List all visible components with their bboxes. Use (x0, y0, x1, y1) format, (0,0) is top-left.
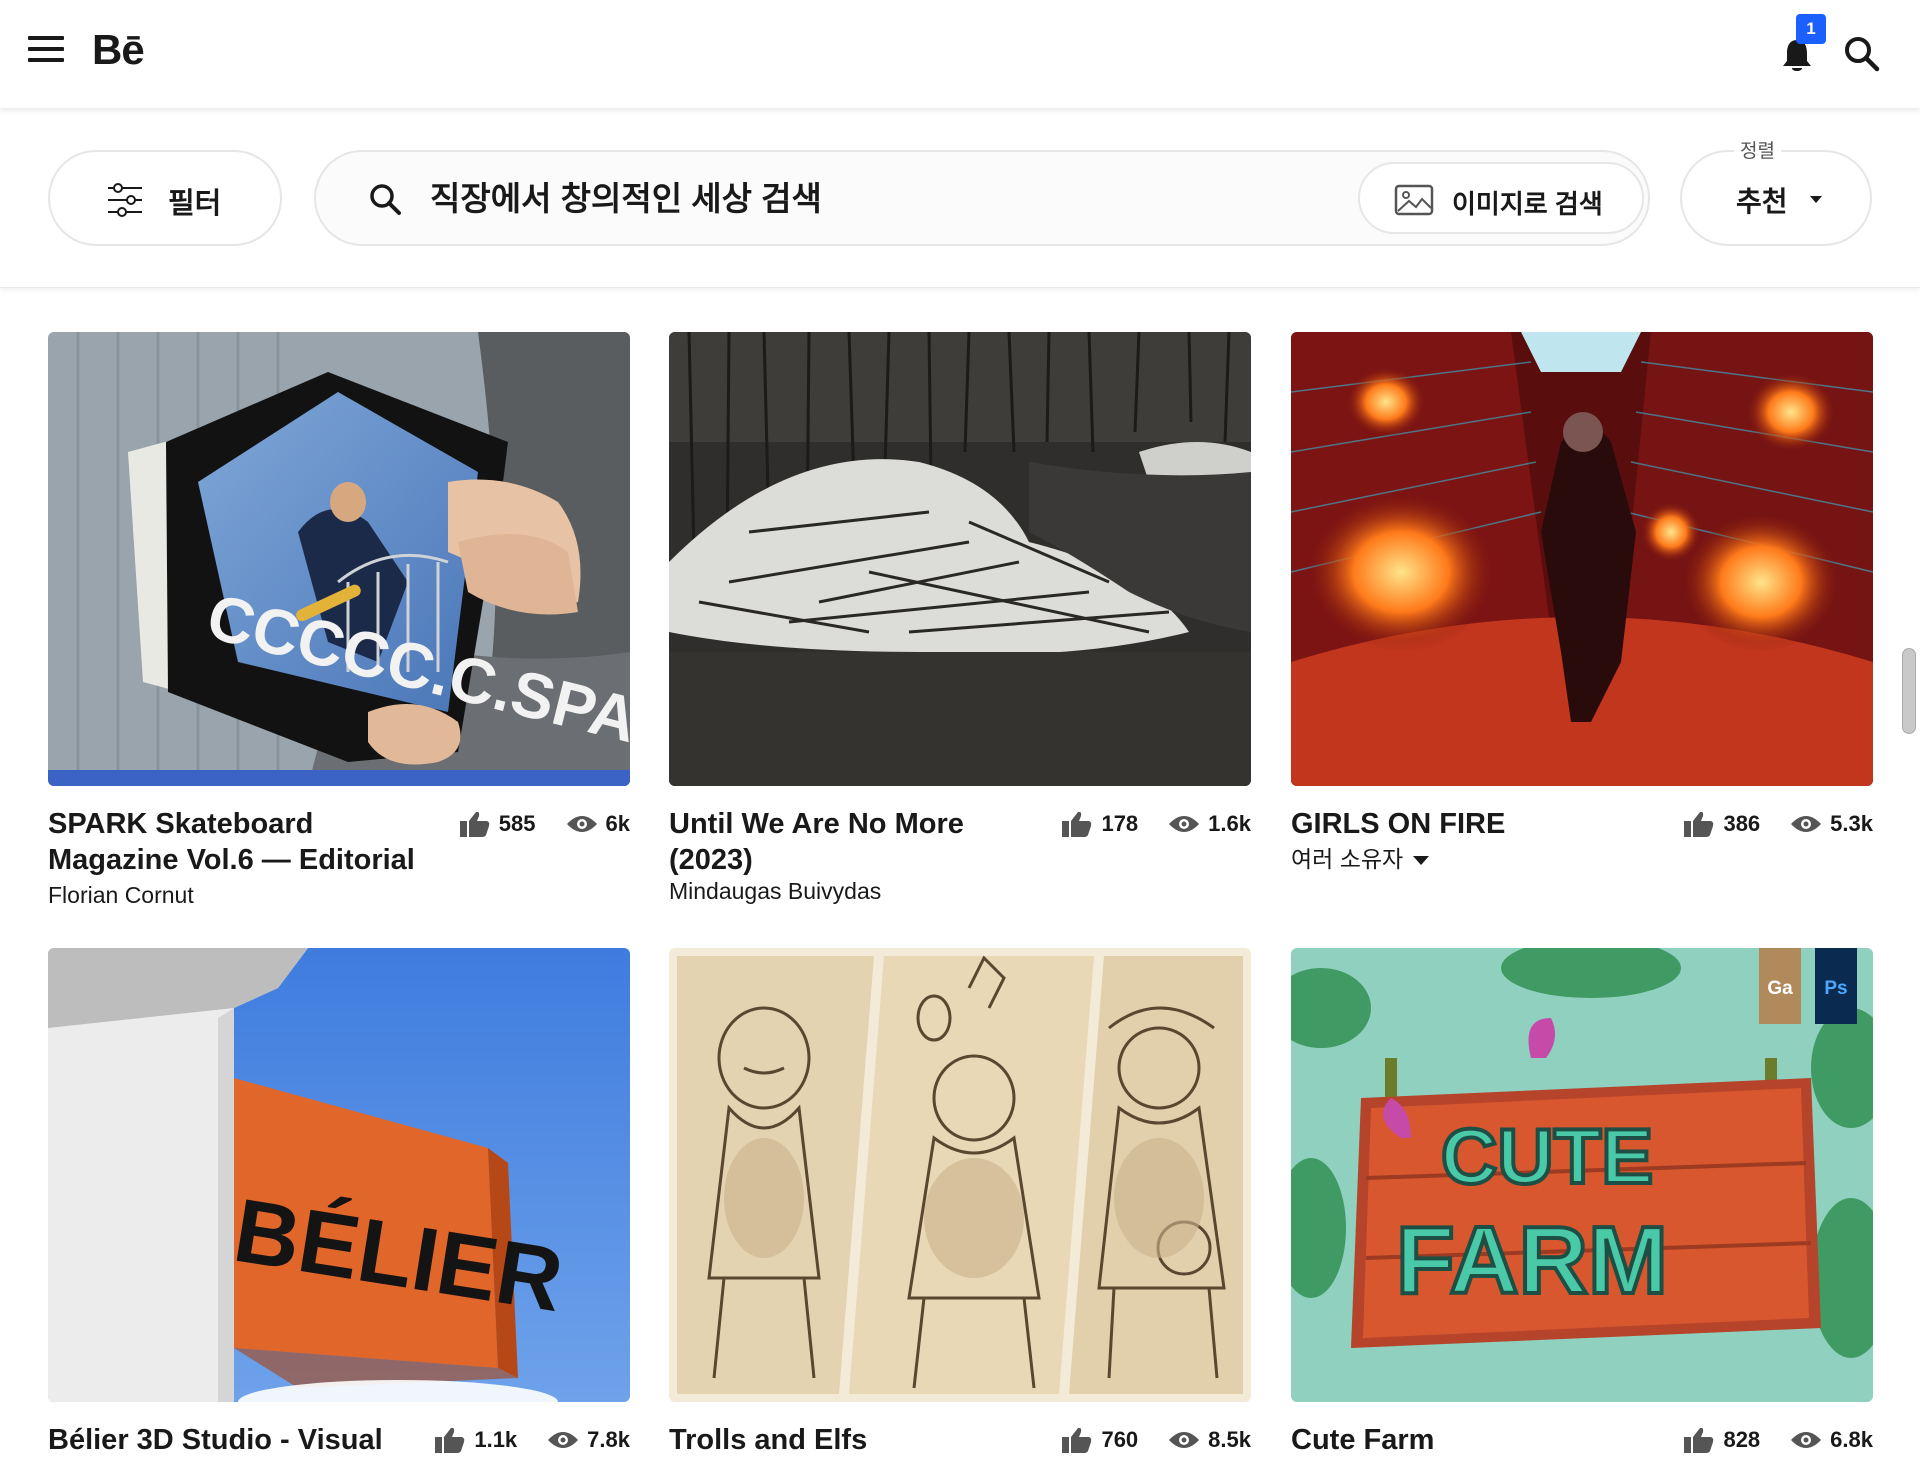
menu-icon[interactable] (28, 36, 64, 68)
likes-count: 828 (1723, 1427, 1761, 1452)
project-stats: 386 5.3k (1683, 810, 1873, 838)
sort-value: 추천 (1736, 186, 1788, 217)
search-icon[interactable] (1842, 34, 1882, 74)
project-stats: 585 6k (459, 810, 630, 838)
eye-icon (548, 1432, 579, 1448)
project-title[interactable]: SPARK Skateboard Magazine Vol.6 — Editor… (48, 806, 428, 878)
cute-farm-title-bottom: FARM (1396, 1207, 1668, 1314)
project-title[interactable]: Cute Farm (1291, 1422, 1671, 1458)
eye-icon (1791, 816, 1822, 832)
project-thumbnail[interactable] (669, 332, 1251, 786)
search-filter-bar: 필터 이미지로 검색 정렬 추천 (0, 108, 1920, 288)
views-count: 6.8k (1830, 1427, 1873, 1452)
eye-icon (1169, 816, 1200, 832)
eye-icon (1791, 1432, 1822, 1448)
top-navigation-bar: Bē 1 (0, 0, 1920, 108)
views-count: 8.5k (1208, 1427, 1251, 1452)
behance-logo[interactable]: Bē (92, 26, 145, 74)
eye-icon (1169, 1432, 1200, 1448)
filter-button[interactable]: 필터 (48, 150, 282, 246)
image-search-label: 이미지로 검색 (1452, 189, 1603, 219)
thumbs-up-icon (1684, 811, 1714, 837)
thumbs-up-icon (1062, 1427, 1092, 1453)
project-stats: 1.1k 7.8k (434, 1426, 630, 1454)
filter-label: 필터 (168, 188, 222, 220)
thumbs-up-icon (1062, 811, 1092, 837)
sort-dropdown[interactable]: 추천 (1680, 150, 1872, 246)
views-count: 7.8k (587, 1427, 630, 1452)
search-input[interactable] (430, 174, 1310, 224)
project-stats: 178 1.6k (1061, 810, 1251, 838)
notification-badge: 1 (1796, 14, 1826, 44)
project-stats: 760 8.5k (1061, 1426, 1251, 1454)
scrollbar-thumb[interactable] (1902, 648, 1916, 734)
caret-down-icon (1413, 856, 1430, 866)
project-owner[interactable]: Florian Cornut (48, 882, 194, 909)
views-count: 6k (605, 811, 630, 836)
search-icon (370, 184, 401, 215)
tool-badge-gamma: Ga (1759, 948, 1801, 1024)
thumbs-up-icon (435, 1427, 465, 1453)
cute-farm-title-top: CUTE (1441, 1112, 1653, 1200)
thumbs-up-icon (1684, 1427, 1714, 1453)
likes-count: 1.1k (474, 1427, 518, 1452)
project-owner[interactable]: Mindaugas Buivydas (669, 878, 881, 905)
project-title[interactable]: Trolls and Elfs (669, 1422, 1049, 1458)
eye-icon (566, 816, 597, 832)
likes-count: 760 (1101, 1427, 1139, 1452)
image-icon (1394, 184, 1434, 216)
views-count: 1.6k (1208, 811, 1251, 836)
project-title[interactable]: GIRLS ON FIRE (1291, 806, 1671, 842)
views-count: 5.3k (1830, 811, 1873, 836)
caret-down-icon (1810, 196, 1822, 203)
project-thumbnail[interactable]: CUTE FARM Ga Ps (1291, 948, 1873, 1402)
likes-count: 178 (1101, 811, 1139, 836)
project-thumbnail[interactable]: BÉLIER (48, 948, 630, 1402)
project-thumbnail[interactable]: CCCCC.C.SPA (48, 332, 630, 786)
sort-caption: 정렬 (1734, 136, 1781, 163)
likes-count: 585 (498, 811, 536, 836)
image-search-button[interactable]: 이미지로 검색 (1358, 162, 1644, 234)
project-thumbnail[interactable] (1291, 332, 1873, 786)
likes-count: 386 (1723, 811, 1761, 836)
multiple-owners-dropdown[interactable]: 여러 소유자 (1291, 840, 1430, 874)
search-bar: 이미지로 검색 (314, 150, 1650, 246)
project-title[interactable]: Bélier 3D Studio - Visual (48, 1422, 428, 1458)
project-title[interactable]: Until We Are No More (2023) (669, 806, 1049, 878)
project-thumbnail[interactable] (669, 948, 1251, 1402)
project-stats: 828 6.8k (1683, 1426, 1873, 1454)
filter-sliders-icon (108, 183, 142, 217)
tool-badge-photoshop: Ps (1815, 948, 1857, 1024)
thumbs-up-icon (459, 811, 490, 837)
project-owner: 여러 소유자 (1291, 846, 1404, 872)
